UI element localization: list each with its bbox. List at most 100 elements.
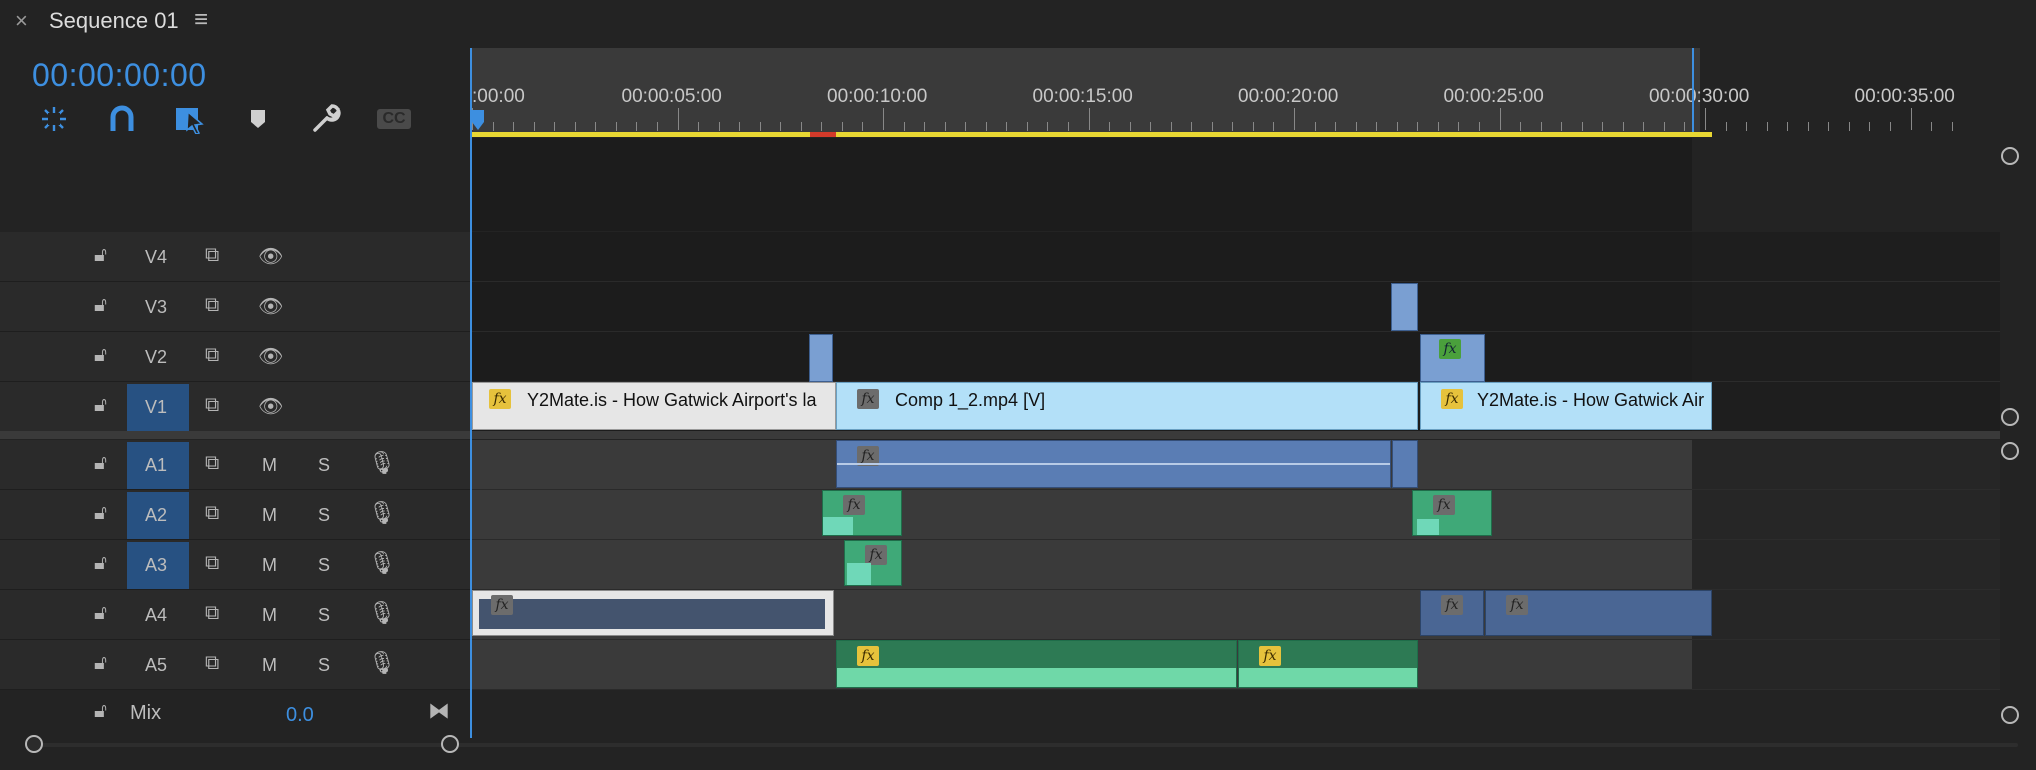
mute-button[interactable]: M — [262, 655, 277, 676]
a2-clip-2[interactable]: fx — [1412, 490, 1492, 536]
solo-button[interactable]: S — [318, 605, 330, 626]
track-lane-extension[interactable] — [1692, 490, 2000, 540]
lock-icon[interactable]: 🔓︎ — [94, 344, 107, 367]
track-label[interactable]: A3 — [145, 555, 167, 576]
add-marker-icon[interactable] — [238, 102, 278, 136]
track-label[interactable]: A1 — [145, 455, 167, 476]
sync-lock-icon[interactable]: ⧉ — [205, 394, 219, 417]
v2-clip-fx[interactable]: fx — [1420, 334, 1485, 382]
microphone-icon[interactable]: 🎙︎ — [368, 500, 396, 526]
a2-clip-1[interactable]: fx — [822, 490, 902, 536]
solo-button[interactable]: S — [318, 455, 330, 476]
track-label[interactable]: A4 — [145, 605, 167, 626]
solo-button[interactable]: S — [318, 505, 330, 526]
a1-clip-comp[interactable]: fx — [836, 440, 1391, 488]
track-lane-a2[interactable] — [472, 490, 1692, 540]
lock-icon[interactable]: 🔓︎ — [94, 652, 107, 675]
track-header-v4[interactable]: 🔓︎ V4 ⧉ 👁︎ — [0, 232, 470, 282]
audio-scroll-bottom[interactable] — [2001, 706, 2019, 724]
mute-button[interactable]: M — [262, 605, 277, 626]
track-label[interactable]: V1 — [145, 397, 167, 418]
mix-volume-value[interactable]: 0.0 — [286, 704, 314, 727]
snapping-magnet-icon[interactable] — [102, 102, 142, 136]
mute-button[interactable]: M — [262, 455, 277, 476]
solo-button[interactable]: S — [318, 655, 330, 676]
microphone-icon[interactable]: 🎙︎ — [368, 450, 396, 476]
mix-pan-icon[interactable]: ⧓ — [428, 698, 450, 724]
track-lane-extension[interactable] — [1692, 640, 2000, 690]
track-header-a4[interactable]: 🔓︎ A4 ⧉ M S 🎙︎ — [0, 590, 470, 640]
track-label[interactable]: V4 — [145, 247, 167, 268]
a1-clip-small[interactable] — [1392, 440, 1418, 488]
sync-lock-icon[interactable]: ⧉ — [205, 344, 219, 367]
lock-icon[interactable]: 🔓︎ — [94, 552, 107, 575]
mute-button[interactable]: M — [262, 505, 277, 526]
v3-clip-small[interactable] — [1391, 283, 1418, 331]
a5-clip-1[interactable]: fx — [836, 640, 1237, 688]
microphone-icon[interactable]: 🎙︎ — [368, 600, 396, 626]
track-header-a2[interactable]: 🔓︎ A2 ⧉ M S 🎙︎ — [0, 490, 470, 540]
v1-clip-y2mate-2[interactable]: fx Y2Mate.is - How Gatwick Air — [1420, 382, 1712, 430]
eye-icon[interactable]: 👁︎ — [258, 344, 283, 369]
track-header-v3[interactable]: 🔓︎ V3 ⧉ 👁︎ — [0, 282, 470, 332]
video-audio-divider[interactable] — [0, 431, 2000, 439]
lock-icon[interactable]: 🔓︎ — [94, 602, 107, 625]
track-header-a3[interactable]: 🔓︎ A3 ⧉ M S 🎙︎ — [0, 540, 470, 590]
lock-icon[interactable]: 🔓︎ — [94, 700, 107, 723]
track-lane-extension[interactable] — [1692, 440, 2000, 490]
track-header-v1[interactable]: 🔓︎ V1 ⧉ 👁︎ — [0, 382, 470, 432]
track-header-v2[interactable]: 🔓︎ V2 ⧉ 👁︎ — [0, 332, 470, 382]
track-lane-extension[interactable] — [1692, 232, 2000, 282]
panel-menu-icon[interactable]: ≡ — [194, 6, 208, 34]
eye-icon[interactable]: 👁︎ — [258, 394, 283, 419]
track-label[interactable]: A5 — [145, 655, 167, 676]
a4-clip-2[interactable]: fx — [1420, 590, 1484, 636]
a3-clip[interactable]: fx — [844, 540, 902, 586]
horizontal-zoom-scrollbar[interactable] — [20, 735, 2020, 755]
track-lane-v2[interactable] — [472, 332, 1692, 382]
a4-clip-y2mate-1[interactable]: fx — [472, 590, 834, 636]
sync-lock-icon[interactable]: ⧉ — [205, 294, 219, 317]
lock-icon[interactable]: 🔓︎ — [94, 452, 107, 475]
mute-button[interactable]: M — [262, 555, 277, 576]
lock-icon[interactable]: 🔓︎ — [94, 394, 107, 417]
snap-nest-icon[interactable] — [34, 102, 74, 136]
track-lane-extension[interactable] — [1692, 382, 2000, 432]
audio-scroll-top[interactable] — [2001, 442, 2019, 460]
microphone-icon[interactable]: 🎙︎ — [368, 550, 396, 576]
linked-selection-icon[interactable] — [170, 102, 210, 136]
eye-icon[interactable]: 👁︎ — [258, 294, 283, 319]
sync-lock-icon[interactable]: ⧉ — [205, 552, 219, 575]
track-lane-a3[interactable] — [472, 540, 1692, 590]
v2-clip-small[interactable] — [809, 334, 833, 382]
v1-clip-comp[interactable]: fx Comp 1_2.mp4 [V] — [836, 382, 1418, 430]
eye-icon[interactable]: 👁︎ — [258, 244, 283, 269]
vertical-scrollbars[interactable] — [1998, 140, 2022, 730]
track-lane-extension[interactable] — [1692, 332, 2000, 382]
sync-lock-icon[interactable]: ⧉ — [205, 244, 219, 267]
work-area-bar[interactable] — [472, 132, 1712, 137]
a4-clip-3[interactable]: fx — [1485, 590, 1712, 636]
scroll-handle-left[interactable] — [25, 735, 43, 753]
close-panel-button[interactable]: × — [15, 8, 28, 34]
sync-lock-icon[interactable]: ⧉ — [205, 602, 219, 625]
track-lane-v3[interactable] — [472, 282, 1692, 332]
sequence-tab-title[interactable]: Sequence 01 — [49, 8, 179, 34]
lock-icon[interactable]: 🔓︎ — [94, 294, 107, 317]
track-label[interactable]: V3 — [145, 297, 167, 318]
sync-lock-icon[interactable]: ⧉ — [205, 452, 219, 475]
video-scroll-bottom[interactable] — [2001, 408, 2019, 426]
microphone-icon[interactable]: 🎙︎ — [368, 650, 396, 676]
track-lane-extension[interactable] — [1692, 540, 2000, 590]
timeline-settings-wrench-icon[interactable] — [306, 102, 346, 136]
captions-cc-icon[interactable]: CC — [374, 102, 414, 136]
sync-lock-icon[interactable]: ⧉ — [205, 502, 219, 525]
track-lane-v4[interactable] — [472, 232, 1692, 282]
track-header-a1[interactable]: 🔓︎ A1 ⧉ M S 🎙︎ — [0, 440, 470, 490]
scroll-handle-right[interactable] — [441, 735, 459, 753]
track-lane-extension[interactable] — [1692, 282, 2000, 332]
track-header-a5[interactable]: 🔓︎ A5 ⧉ M S 🎙︎ — [0, 640, 470, 690]
v1-clip-y2mate-1[interactable]: fx Y2Mate.is - How Gatwick Airport's la — [472, 382, 836, 430]
lock-icon[interactable]: 🔓︎ — [94, 502, 107, 525]
lock-icon[interactable]: 🔓︎ — [94, 244, 107, 267]
